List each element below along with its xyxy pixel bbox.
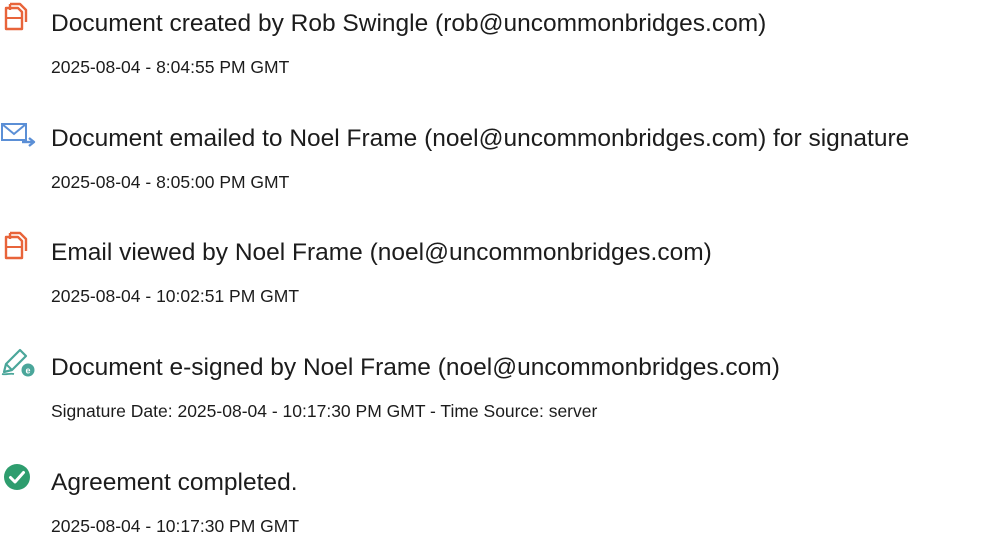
event-agreement-completed: Agreement completed. 2025-08-04 - 10:17:…: [0, 459, 984, 539]
event-title: Document e-signed by Noel Frame (noel@un…: [51, 354, 780, 381]
event-timestamp: 2025-08-04 - 10:02:51 PM GMT: [51, 286, 300, 306]
svg-text:e: e: [25, 366, 30, 376]
esign-pen-icon: e: [0, 344, 38, 378]
event-title: Agreement completed.: [51, 469, 298, 496]
event-title: Email viewed by Noel Frame (noel@uncommo…: [51, 239, 712, 266]
event-document-emailed: Document emailed to Noel Frame (noel@unc…: [0, 115, 984, 195]
event-email-viewed: Email viewed by Noel Frame (noel@uncommo…: [0, 229, 984, 309]
event-title: Document created by Rob Swingle (rob@unc…: [51, 10, 767, 37]
event-timestamp: 2025-08-04 - 8:04:55 PM GMT: [51, 57, 290, 77]
email-icon: [0, 115, 38, 149]
document-icon: [0, 0, 38, 34]
checkmark-circle-icon: [0, 459, 38, 493]
event-title: Document emailed to Noel Frame (noel@unc…: [51, 125, 910, 152]
document-icon: [0, 229, 38, 263]
event-document-created: Document created by Rob Swingle (rob@unc…: [0, 0, 984, 80]
event-timestamp: 2025-08-04 - 8:05:00 PM GMT: [51, 172, 290, 192]
event-timestamp: 2025-08-04 - 10:17:30 PM GMT: [51, 516, 300, 536]
event-document-esigned: e Document e-signed by Noel Frame (noel@…: [0, 344, 984, 424]
event-signature-details: Signature Date: 2025-08-04 - 10:17:30 PM…: [51, 401, 598, 421]
